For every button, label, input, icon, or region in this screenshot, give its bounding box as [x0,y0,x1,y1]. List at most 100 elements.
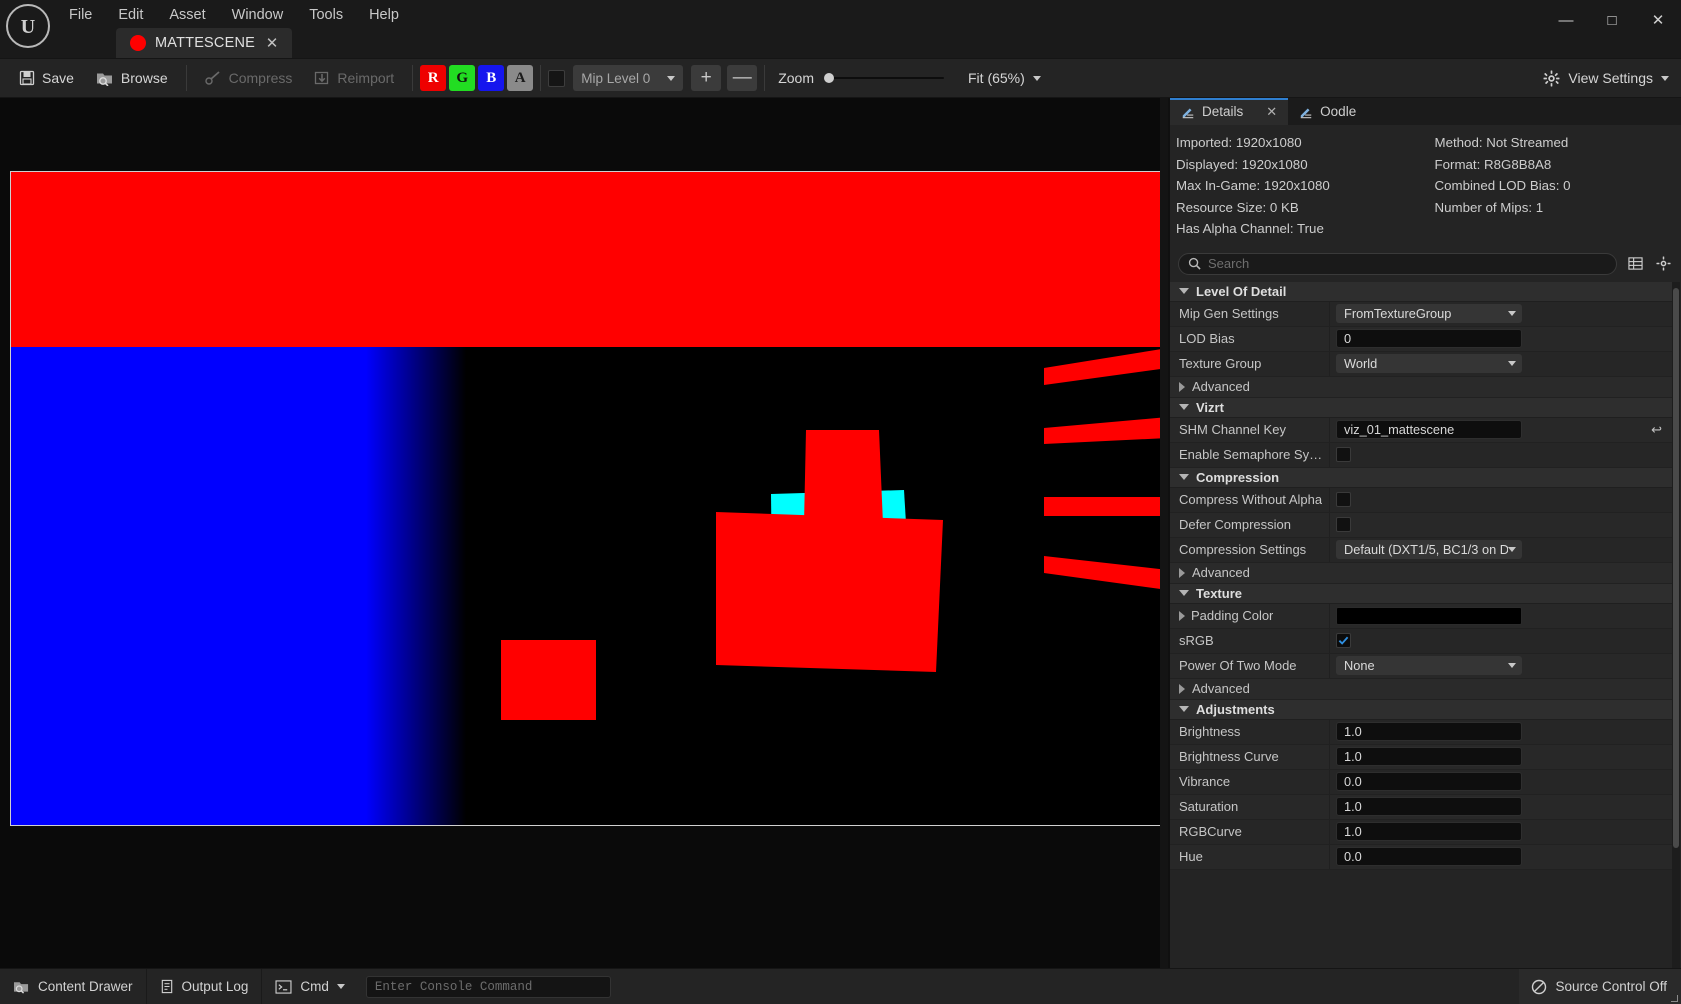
cmd-dropdown[interactable]: Cmd [262,969,358,1004]
tab-mattescene[interactable]: MATTESCENE ✕ [116,28,292,58]
chevron-down-icon [1661,76,1669,81]
tab-oodle[interactable]: Oodle [1288,98,1367,125]
padding-color-swatch[interactable] [1336,607,1522,625]
column-layout-icon[interactable] [1625,254,1645,274]
category-level-of-detail[interactable]: Level Of Detail [1170,282,1672,302]
details-search-row [1170,249,1681,282]
saturation-field[interactable]: 1.0 [1336,797,1522,816]
channel-toggle-b[interactable]: B [478,65,504,91]
maximize-button[interactable]: □ [1589,0,1635,40]
output-log-button[interactable]: Output Log [147,969,263,1004]
toolbar-divider-2 [412,65,413,91]
subsection-lod-advanced[interactable]: Advanced [1170,377,1672,398]
zoom-slider[interactable] [824,71,944,85]
console-command-box[interactable] [366,976,611,998]
zoom-fit-dropdown[interactable]: Fit (65%) [968,70,1041,86]
zoom-slider-handle[interactable] [824,73,834,83]
category-label: Texture [1196,586,1242,601]
reimport-button[interactable]: Reimport [303,62,405,94]
prop-label: Hue [1170,845,1330,869]
prop-value: World [1330,352,1672,376]
menu-tools[interactable]: Tools [296,2,356,28]
mip-level-checkbox[interactable] [548,70,565,87]
compression-settings-dropdown[interactable]: Default (DXT1/5, BC1/3 on DX11) [1336,540,1522,559]
editor-body: Details ✕ Oodle Imported: 1920x1080 Meth… [0,98,1681,968]
details-scrollbar[interactable] [1672,282,1680,969]
channel-toggle-r[interactable]: R [420,65,446,91]
revert-icon[interactable]: ↩ [1651,422,1666,438]
hue-field[interactable]: 0.0 [1336,847,1522,866]
category-compression[interactable]: Compression [1170,468,1672,488]
lod-bias-field[interactable]: 0 [1336,329,1522,348]
save-button[interactable]: Save [8,62,85,94]
texture-viewport[interactable] [0,98,1170,968]
compress-without-alpha-checkbox[interactable] [1336,492,1351,507]
enable-semaphore-sync-checkbox[interactable] [1336,447,1351,462]
prop-value [1330,629,1672,653]
oodle-pencil-icon [1299,105,1313,119]
brightness-curve-field[interactable]: 1.0 [1336,747,1522,766]
row-power-of-two-mode: Power Of Two Mode None [1170,654,1672,679]
mip-level-dropdown[interactable]: Mip Level 0 [573,65,683,91]
settings-gear-icon[interactable] [1653,254,1673,274]
minimize-button[interactable]: — [1543,0,1589,40]
vibrance-field[interactable]: 0.0 [1336,772,1522,791]
tab-details-close-icon[interactable]: ✕ [1266,104,1277,120]
search-input[interactable] [1208,256,1607,271]
subsection-texture-advanced[interactable]: Advanced [1170,679,1672,700]
view-settings-button[interactable]: View Settings [1543,70,1669,87]
channel-toggle-g[interactable]: G [449,65,475,91]
search-box[interactable] [1178,253,1617,275]
dropdown-value: World [1344,356,1377,371]
category-vizrt[interactable]: Vizrt [1170,398,1672,418]
rgbcurve-field[interactable]: 1.0 [1336,822,1522,841]
svg-text:U: U [21,16,35,38]
texture-info-grid: Imported: 1920x1080 Method: Not Streamed… [1170,125,1681,249]
browse-button[interactable]: Browse [85,62,179,94]
menu-help[interactable]: Help [356,2,412,28]
defer-compression-checkbox[interactable] [1336,517,1351,532]
compress-button[interactable]: Compress [194,62,304,94]
property-list[interactable]: Level Of Detail Mip Gen Settings FromTex… [1170,282,1681,969]
srgb-checkbox[interactable] [1336,633,1351,648]
tab-details-label: Details [1202,104,1243,119]
close-button[interactable]: ✕ [1635,0,1681,40]
power-of-two-mode-dropdown[interactable]: None [1336,656,1522,675]
mip-decrease-button[interactable]: — [727,65,757,91]
texture-group-dropdown[interactable]: World [1336,354,1522,373]
category-adjustments[interactable]: Adjustments [1170,700,1672,720]
category-label: Adjustments [1196,702,1275,717]
prop-label: Mip Gen Settings [1170,302,1330,326]
chevron-down-icon [1033,76,1041,81]
chevron-right-icon[interactable] [1179,611,1185,621]
menu-window[interactable]: Window [219,2,297,28]
info-spacer [1426,220,1676,239]
chevron-down-icon [1508,663,1516,668]
resize-grip-icon[interactable] [1671,995,1678,1002]
menu-file[interactable]: File [56,2,105,28]
menu-edit[interactable]: Edit [105,2,156,28]
category-texture[interactable]: Texture [1170,584,1672,604]
mip-gen-settings-dropdown[interactable]: FromTextureGroup [1336,304,1522,323]
category-label: Vizrt [1196,400,1224,415]
search-icon [1188,257,1201,270]
details-scrollbar-thumb[interactable] [1673,288,1679,848]
content-drawer-button[interactable]: Content Drawer [0,969,147,1004]
tab-close-icon[interactable]: ✕ [264,34,280,52]
shm-channel-key-field[interactable]: viz_01_mattescene [1336,420,1522,439]
source-control-button[interactable]: Source Control Off [1519,969,1681,1004]
editor-toolbar: Save Browse Compress Reimport R G B A [0,58,1681,98]
subsection-label: Advanced [1192,379,1250,394]
content-drawer-icon [13,979,30,994]
brightness-field[interactable]: 1.0 [1336,722,1522,741]
channel-toggle-a[interactable]: A [507,65,533,91]
subsection-label: Advanced [1192,681,1250,696]
mip-increase-button[interactable]: + [691,65,721,91]
info-number-of-mips: Number of Mips: 1 [1426,199,1676,218]
subsection-compression-advanced[interactable]: Advanced [1170,563,1672,584]
viewport-scrollbar[interactable] [1160,98,1168,968]
tab-details[interactable]: Details ✕ [1170,98,1288,125]
console-command-input[interactable] [375,980,602,994]
chevron-down-icon [1179,288,1189,294]
menu-asset[interactable]: Asset [156,2,218,28]
